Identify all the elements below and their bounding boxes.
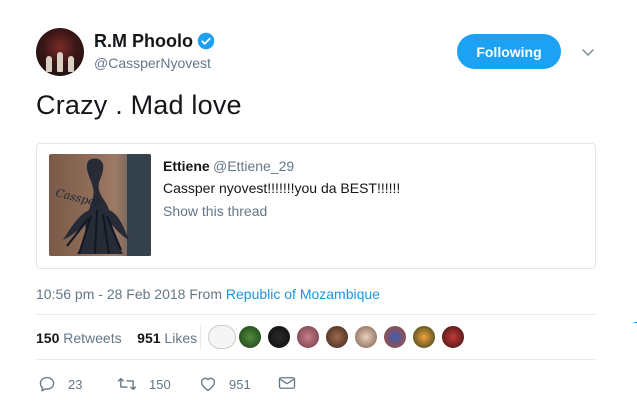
avatar-figure xyxy=(57,52,63,72)
likes-stat[interactable]: 951 Likes xyxy=(137,330,197,346)
likes-label: Likes xyxy=(164,330,198,346)
divider xyxy=(36,359,596,360)
engagement-stats: 150 Retweets 951 Likes xyxy=(36,330,197,346)
liker-avatar[interactable] xyxy=(325,325,349,349)
author-name[interactable]: R.M Phoolo xyxy=(94,31,193,52)
divider xyxy=(36,314,596,315)
retweets-label: Retweets xyxy=(63,330,122,346)
retweet-button[interactable]: 150 xyxy=(117,375,171,393)
quoted-tweet-image[interactable]: Cassper xyxy=(49,154,151,256)
avatar-figure xyxy=(68,56,74,72)
liker-avatar[interactable] xyxy=(238,325,262,349)
retweet-icon xyxy=(117,377,137,391)
author-avatar[interactable] xyxy=(36,28,84,76)
verified-badge-icon xyxy=(197,32,215,50)
liker-avatar[interactable] xyxy=(383,325,407,349)
location-link[interactable]: Republic of Mozambique xyxy=(226,286,380,302)
tweet-timestamp[interactable]: 10:56 pm - 28 Feb 2018 xyxy=(36,286,185,302)
direct-message-button[interactable] xyxy=(278,375,308,391)
show-thread-link[interactable]: Show this thread xyxy=(163,203,267,219)
liker-avatar[interactable] xyxy=(412,325,436,349)
like-button[interactable]: 951 xyxy=(199,375,251,393)
chevron-down-icon[interactable] xyxy=(580,44,596,60)
liker-avatar[interactable] xyxy=(208,325,236,349)
reply-icon xyxy=(39,376,55,392)
reply-button[interactable]: 23 xyxy=(38,375,82,393)
tweet-text: Crazy . Mad love xyxy=(36,90,242,120)
retweets-stat[interactable]: 150 Retweets xyxy=(36,330,122,346)
quoted-author-name[interactable]: Ettiene xyxy=(163,158,210,174)
retweet-count: 150 xyxy=(149,376,171,392)
liker-avatar[interactable] xyxy=(296,325,320,349)
heart-icon xyxy=(200,377,216,392)
reply-count: 23 xyxy=(68,376,83,392)
envelope-icon xyxy=(278,377,296,389)
following-button[interactable]: Following xyxy=(457,34,561,69)
quoted-author-handle[interactable]: @Ettiene_29 xyxy=(213,158,294,174)
stats-divider xyxy=(200,324,201,350)
author-handle[interactable]: @CassperNyovest xyxy=(94,55,211,71)
liker-avatar[interactable] xyxy=(441,325,465,349)
like-count: 951 xyxy=(229,376,251,392)
avatar-figure xyxy=(46,56,52,72)
from-label: From xyxy=(189,286,222,302)
tattoo-illustration: Cassper xyxy=(54,154,151,256)
likes-count: 951 xyxy=(137,330,161,346)
quoted-tweet-text: Cassper nyovest!!!!!!!you da BEST!!!!!! xyxy=(163,180,401,196)
liker-avatar[interactable] xyxy=(354,325,378,349)
tweet-metadata: 10:56 pm - 28 Feb 2018 From Republic of … xyxy=(36,286,380,302)
retweets-count: 150 xyxy=(36,330,60,346)
liker-avatar[interactable] xyxy=(267,325,291,349)
